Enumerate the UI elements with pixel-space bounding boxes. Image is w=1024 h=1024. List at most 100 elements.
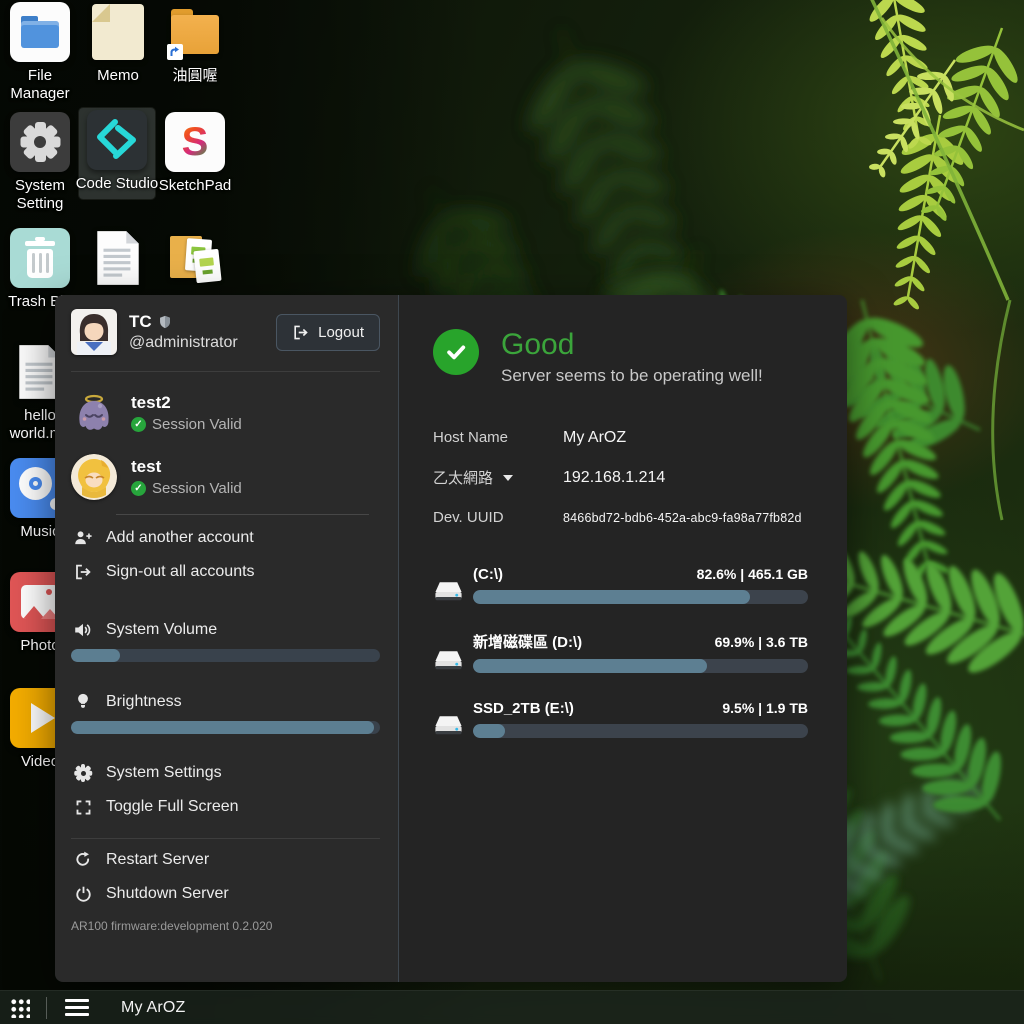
disk-usage-fill	[473, 724, 505, 738]
speaker-icon	[73, 621, 93, 639]
health-status-title: Good	[501, 329, 763, 361]
power-icon	[75, 886, 92, 903]
account-name: test2	[131, 393, 242, 413]
desktop-icon-label: Code Studio	[74, 175, 160, 193]
session-valid-icon: ✓	[131, 417, 146, 432]
desktop-icon-file-manager[interactable]: File Manager	[2, 0, 78, 104]
account-row-test2[interactable]: test2 ✓ Session Valid	[71, 390, 380, 436]
desktop-icon-shared-folder[interactable]	[157, 226, 233, 293]
info-row-ethernet: 乙太網路 192.168.1.214	[433, 458, 808, 498]
hdd-icon	[433, 566, 473, 604]
user-handle: @administrator	[129, 334, 238, 352]
add-user-icon	[73, 529, 93, 547]
trash-icon	[10, 228, 70, 288]
menu-button[interactable]	[47, 991, 107, 1024]
add-account-item[interactable]: Add another account	[71, 521, 380, 555]
ethernet-selector[interactable]: 乙太網路	[433, 467, 563, 488]
desktop-icon-label: Memo	[75, 67, 161, 85]
user-name: TC	[129, 312, 152, 332]
session-status: Session Valid	[152, 416, 242, 433]
brightness-label: Brightness	[106, 693, 182, 711]
system-settings-item[interactable]: System Settings	[71, 756, 380, 790]
disk-row-d: 新增磁碟區 (D:\) 69.9% | 3.6 TB	[433, 631, 808, 673]
toggle-fullscreen-item[interactable]: Toggle Full Screen	[71, 790, 380, 824]
gear-icon	[74, 764, 92, 782]
disk-row-e: SSD_2TB (E:\) 9.5% | 1.9 TB	[433, 700, 808, 738]
avatar	[71, 454, 117, 500]
disk-usage: 9.5% | 1.9 TB	[722, 700, 808, 716]
disk-usage-bar	[473, 724, 808, 738]
app-launcher-button[interactable]	[0, 991, 46, 1024]
shortcut-folder-icon	[165, 2, 225, 62]
server-status-panel: Good Server seems to be operating well! …	[398, 295, 847, 982]
fullscreen-icon	[75, 799, 92, 816]
brightness-slider-fill	[71, 721, 374, 734]
divider	[71, 838, 380, 839]
disk-usage-bar	[473, 590, 808, 604]
grid-icon	[9, 997, 30, 1018]
sketchpad-icon: S	[165, 112, 225, 172]
firmware-version: AR100 firmware:development 0.2.020	[71, 919, 380, 933]
shield-icon	[158, 314, 172, 330]
disk-usage: 82.6% | 465.1 GB	[697, 566, 808, 582]
hdd-icon	[433, 700, 473, 738]
uuid-value: 8466bd72-bdb6-452a-abc9-fa98a77fb82d	[563, 511, 802, 525]
shutdown-server-item[interactable]: Shutdown Server	[71, 877, 380, 911]
desktop: File Manager Memo 油圓喔 System Setting	[0, 0, 1024, 1024]
session-status: Session Valid	[152, 480, 242, 497]
account-name: test	[131, 457, 242, 477]
restart-server-item[interactable]: Restart Server	[71, 843, 380, 877]
disk-row-c: (C:\) 82.6% | 465.1 GB	[433, 566, 808, 604]
account-row-test[interactable]: test ✓ Session Valid	[71, 454, 380, 500]
brightness-slider[interactable]	[71, 721, 380, 734]
memo-icon	[88, 2, 148, 62]
avatar	[71, 390, 117, 436]
hostname-label: Host Name	[433, 429, 563, 446]
gear-icon	[10, 112, 70, 172]
volume-label: System Volume	[106, 621, 217, 639]
folder-documents-icon	[165, 228, 225, 288]
code-studio-icon	[87, 110, 147, 170]
desktop-icon-code-studio[interactable]: Code Studio	[79, 108, 155, 199]
quick-settings-widget: TC @administrator Logout	[55, 295, 847, 982]
desktop-icon-system-setting[interactable]: System Setting	[2, 110, 78, 214]
brightness-bulb-icon	[75, 692, 91, 711]
ip-address-value: 192.168.1.214	[563, 469, 665, 487]
desktop-icon-label: File Manager	[0, 67, 83, 104]
info-row-hostname: Host Name My ArOZ	[433, 418, 808, 458]
divider	[71, 371, 380, 372]
health-check-icon	[433, 329, 479, 375]
session-valid-icon: ✓	[131, 481, 146, 496]
health-status-subtitle: Server seems to be operating well!	[501, 366, 763, 386]
restart-icon	[74, 851, 92, 869]
shortcut-arrow-badge	[167, 44, 183, 60]
desktop-icon-label: SketchPad	[152, 177, 238, 195]
volume-slider[interactable]	[71, 649, 380, 662]
signout-all-item[interactable]: Sign-out all accounts	[71, 555, 380, 589]
desktop-icon-memo[interactable]: Memo	[80, 0, 156, 85]
disk-name: 新增磁碟區 (D:\)	[473, 631, 582, 652]
taskbar: My ArOZ	[0, 990, 1024, 1024]
disk-usage-fill	[473, 659, 707, 673]
desktop-icon-sketchpad[interactable]: S SketchPad	[157, 110, 233, 195]
chevron-down-icon	[503, 475, 513, 481]
info-row-uuid: Dev. UUID 8466bd72-bdb6-452a-abc9-fa98a7…	[433, 498, 808, 538]
file-manager-icon	[10, 2, 70, 62]
disk-usage: 69.9% | 3.6 TB	[715, 634, 808, 650]
disk-usage-bar	[473, 659, 808, 673]
signout-icon	[74, 563, 92, 581]
hostname-value: My ArOZ	[563, 429, 626, 447]
desktop-icon-label: System Setting	[0, 177, 83, 214]
document-icon	[88, 228, 148, 288]
disk-usage-fill	[473, 590, 750, 604]
volume-slider-fill	[71, 649, 120, 662]
hdd-icon	[433, 631, 473, 673]
desktop-icon-shortcut-folder[interactable]: 油圓喔	[157, 0, 233, 85]
desktop-icon-text-file[interactable]	[80, 226, 156, 293]
logout-button[interactable]: Logout	[276, 314, 380, 351]
hamburger-icon	[65, 999, 89, 1016]
uuid-label: Dev. UUID	[433, 509, 563, 526]
disk-name: (C:\)	[473, 566, 503, 583]
disk-name: SSD_2TB (E:\)	[473, 700, 574, 717]
avatar	[71, 309, 117, 355]
